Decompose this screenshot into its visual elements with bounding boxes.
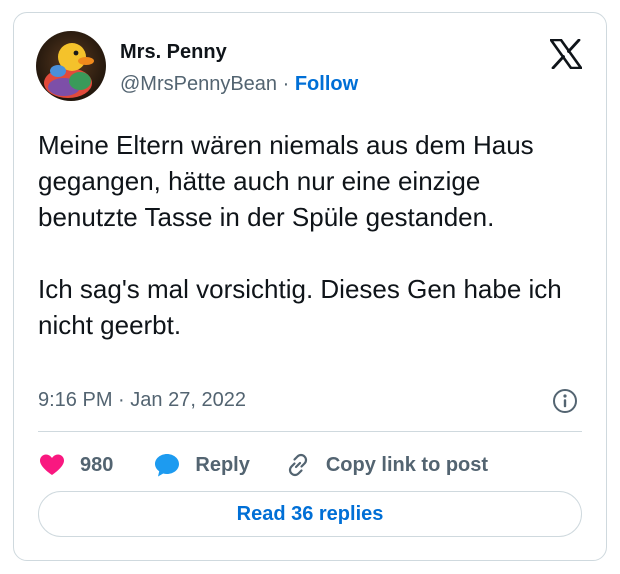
- reply-button[interactable]: Reply: [153, 451, 250, 479]
- like-button[interactable]: 980: [38, 451, 113, 479]
- author-handle[interactable]: @MrsPennyBean: [120, 73, 277, 95]
- avatar[interactable]: [36, 31, 106, 101]
- action-bar: 980 Reply Copy link to post: [38, 447, 488, 483]
- reply-label: Reply: [195, 453, 250, 476]
- tweet-date: Jan 27, 2022: [130, 389, 246, 411]
- author-line: @MrsPennyBean · Follow: [120, 73, 358, 96]
- tweet-paragraph: Meine Eltern wären niemals aus dem Haus …: [38, 130, 534, 232]
- timestamp-separator: ·: [118, 389, 125, 411]
- author-name[interactable]: Mrs. Penny: [120, 41, 227, 64]
- tweet-text: Meine Eltern wären niemals aus dem Haus …: [38, 127, 578, 343]
- copy-link-button[interactable]: Copy link to post: [284, 451, 488, 479]
- tweet-card: Mrs. Penny @MrsPennyBean · Follow Meine …: [13, 12, 607, 561]
- info-icon[interactable]: [552, 388, 578, 414]
- divider: [38, 431, 582, 432]
- tweet-paragraph: Ich sag's mal vorsichtig. Dieses Gen hab…: [38, 274, 562, 340]
- tweet-timestamp[interactable]: 9:16 PM · Jan 27, 2022: [38, 389, 246, 412]
- tweet-time: 9:16 PM: [38, 389, 113, 411]
- x-logo-icon[interactable]: [550, 39, 582, 69]
- reply-bubble-icon: [155, 454, 180, 477]
- copy-link-label: Copy link to post: [325, 453, 489, 476]
- read-replies-button[interactable]: Read 36 replies: [38, 491, 582, 537]
- heart-icon: [40, 454, 64, 475]
- handle-separator: ·: [282, 73, 290, 95]
- rubber-duck-avatar-icon: [36, 31, 106, 101]
- link-icon: [288, 453, 307, 477]
- like-count: 980: [80, 453, 114, 476]
- follow-button[interactable]: Follow: [295, 73, 358, 95]
